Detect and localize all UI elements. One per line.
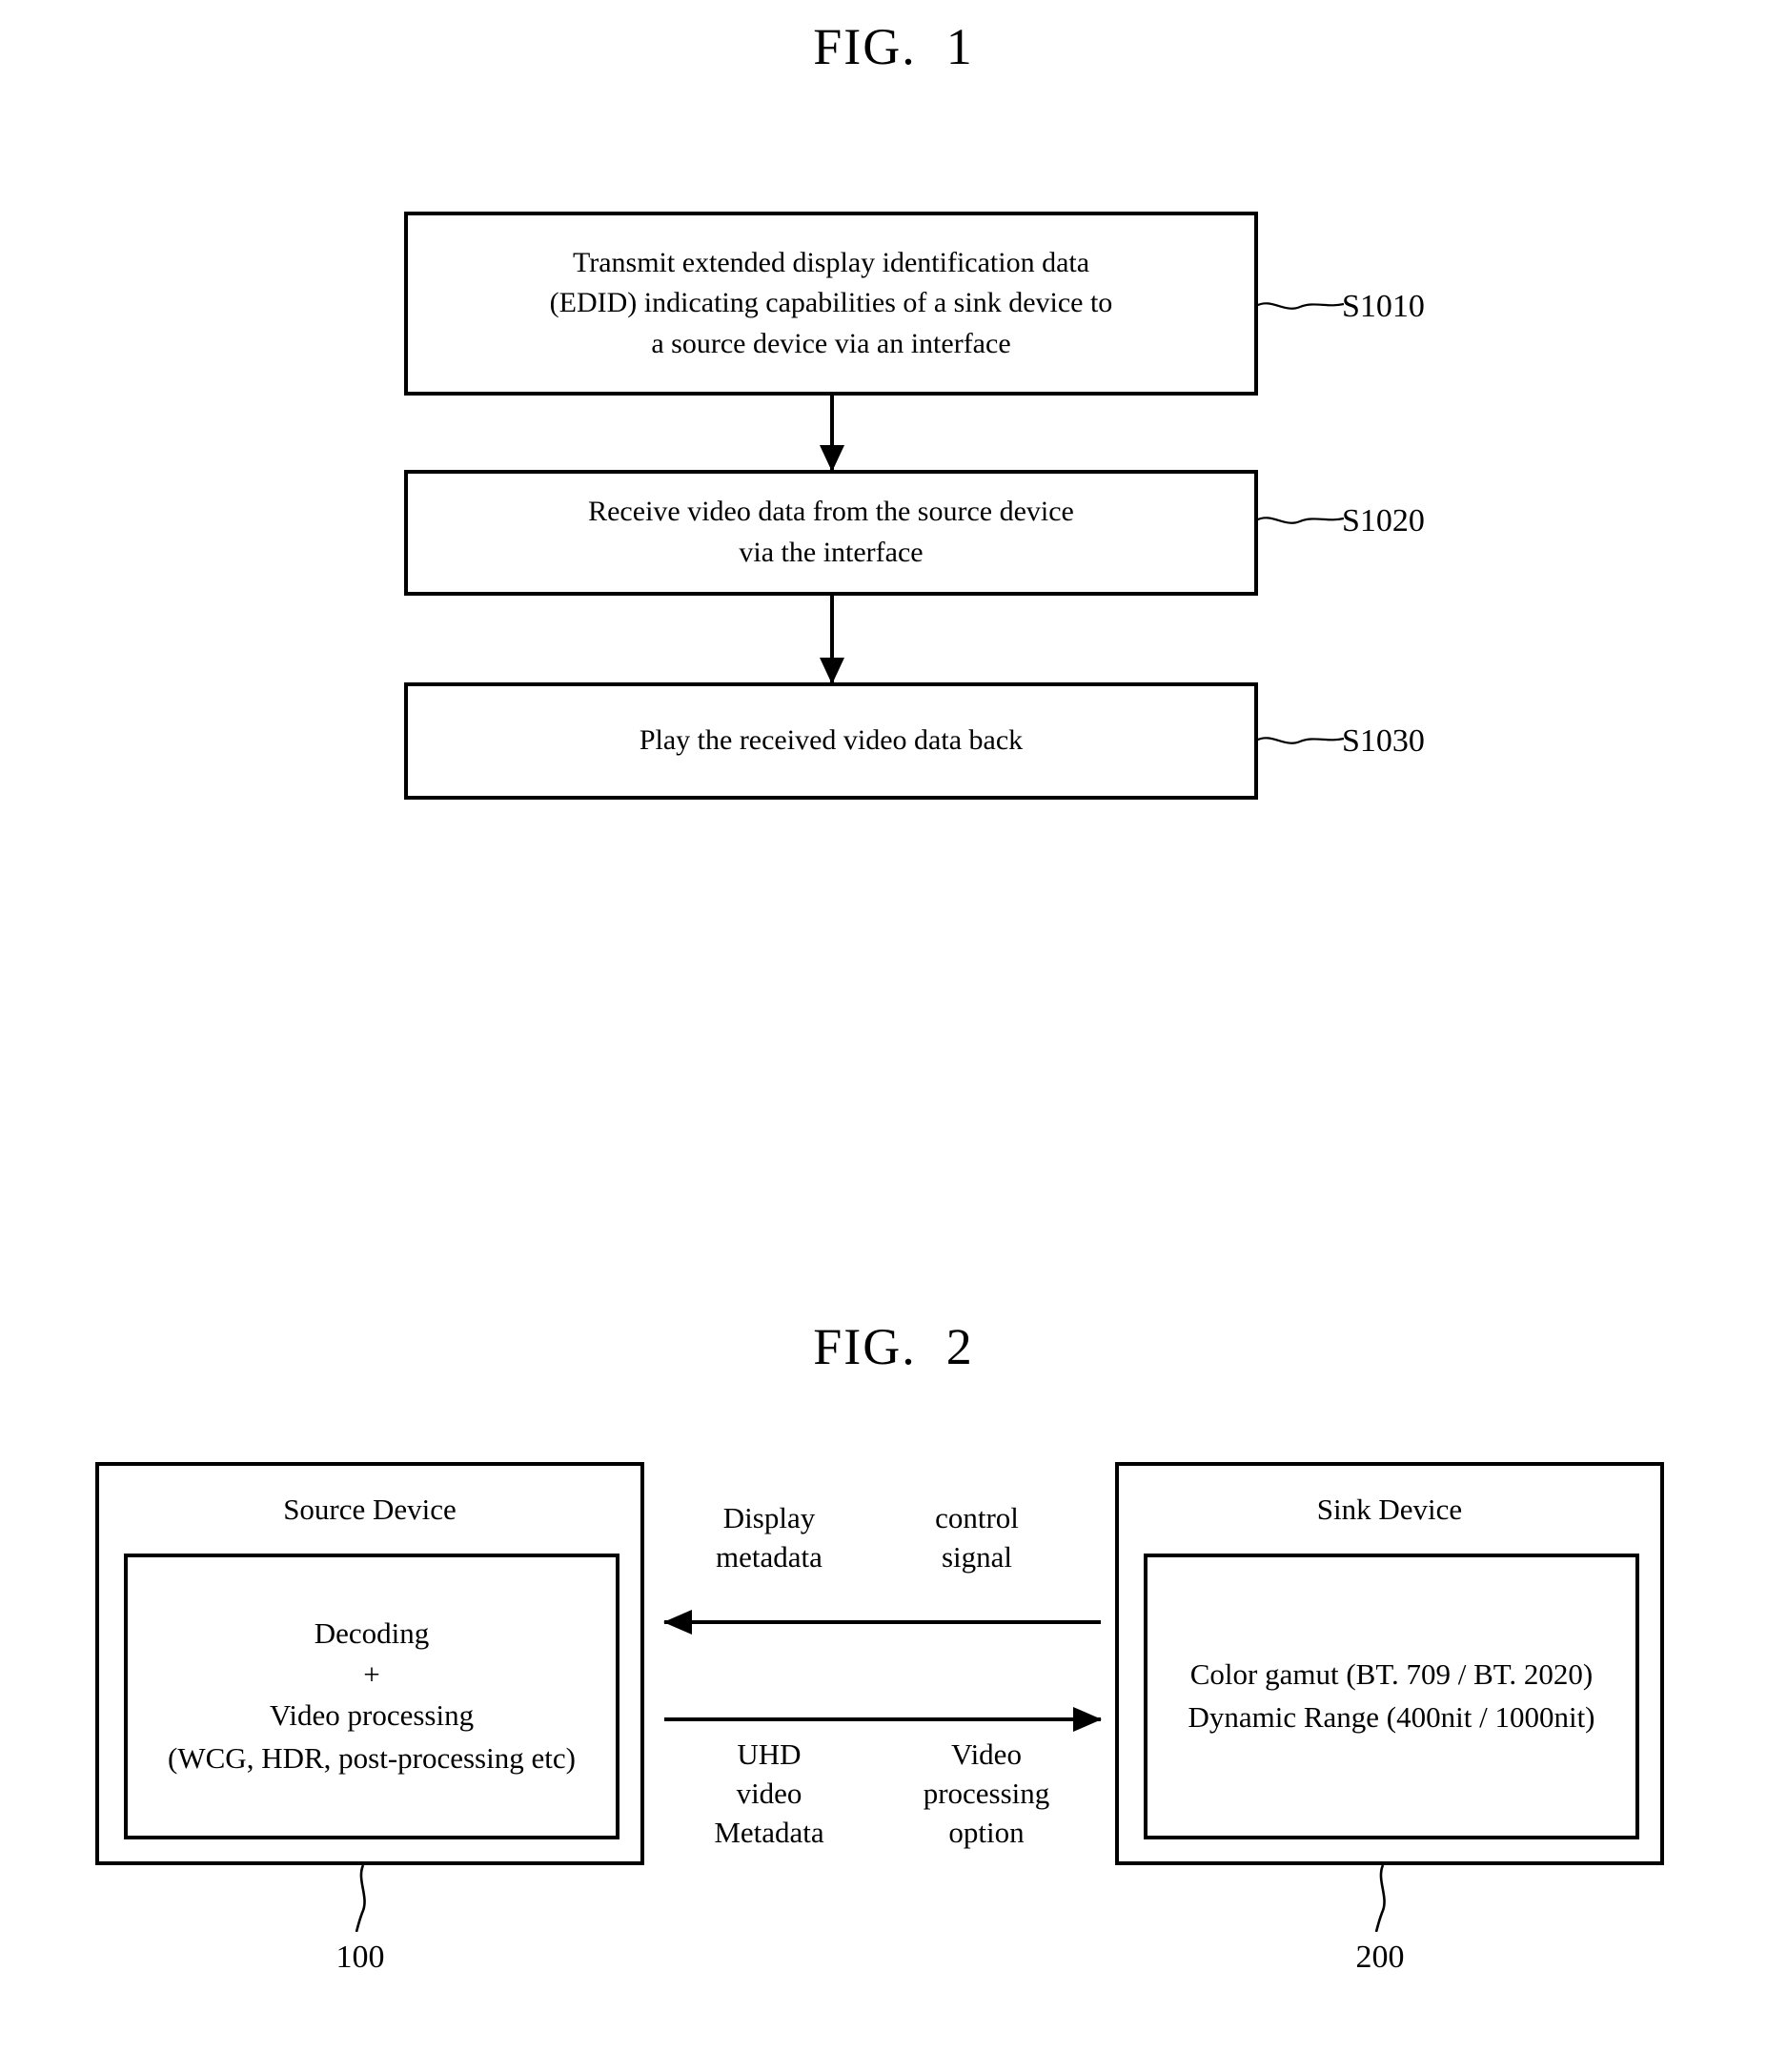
arrow-source-to-sink — [664, 1707, 1102, 1732]
reference-numeral-source-device: 100 — [335, 1940, 385, 1975]
figure-1-title: FIG. 1 — [813, 18, 974, 75]
leader-line-source-device — [355, 1865, 366, 1932]
flow-step-s1030-line-1: Play the received video data back — [639, 724, 1024, 757]
label-control-signal-line-2: signal — [941, 1540, 1013, 1574]
source-inner-line-2: + — [363, 1657, 380, 1692]
label-vpo-line-3: option — [948, 1816, 1025, 1850]
flow-step-s1010-line-3: a source device via an interface — [651, 327, 1011, 359]
label-control-signal-line-1: control — [935, 1501, 1019, 1534]
sink-device-title: Sink Device — [1316, 1493, 1463, 1526]
figure-2-title: FIG. 2 — [813, 1318, 974, 1375]
flow-step-s1020: Receive video data from the source devic… — [404, 470, 1258, 596]
label-control-signal: control signal — [886, 1498, 1067, 1576]
step-reference-s1020: S1020 — [1342, 503, 1425, 538]
arrowhead-right-icon — [1073, 1707, 1102, 1732]
label-vpo-line-2: processing — [923, 1777, 1050, 1811]
flow-step-s1020-line-2: via the interface — [739, 537, 924, 568]
source-device-inner-block: Decoding + Video processing (WCG, HDR, p… — [124, 1554, 619, 1839]
label-display-metadata: Display metadata — [679, 1498, 860, 1576]
label-display-metadata-line-1: Display — [722, 1501, 816, 1534]
label-video-processing-option: Video processing option — [886, 1735, 1086, 1853]
flow-step-s1020-line-1: Receive video data from the source devic… — [588, 496, 1074, 528]
sink-inner-line-2: Dynamic Range (400nit / 1000nit) — [1188, 1700, 1595, 1734]
flow-step-s1030: Play the received video data back — [404, 682, 1258, 800]
reference-numeral-sink-device: 200 — [1355, 1940, 1405, 1975]
label-uhd-line-2: video — [736, 1777, 802, 1811]
leader-line-s1020 — [1256, 517, 1344, 524]
source-inner-line-4: (WCG, HDR, post-processing etc) — [168, 1740, 576, 1775]
label-uhd-line-1: UHD — [737, 1737, 802, 1771]
label-uhd-video-metadata: UHD video Metadata — [679, 1735, 860, 1853]
source-device-title: Source Device — [283, 1493, 457, 1526]
leader-line-s1030 — [1256, 737, 1344, 744]
sink-device-inner-block: Color gamut (BT. 709 / BT. 2020) Dynamic… — [1144, 1554, 1639, 1839]
arrow-s1010-to-s1020 — [830, 396, 834, 470]
leader-line-sink-device — [1374, 1865, 1386, 1932]
step-reference-s1010: S1010 — [1342, 289, 1425, 324]
label-uhd-line-3: Metadata — [714, 1816, 824, 1850]
source-inner-line-1: Decoding — [314, 1616, 430, 1651]
flow-step-s1010: Transmit extended display identification… — [404, 212, 1258, 396]
source-device-block: Source Device Decoding + Video processin… — [95, 1462, 644, 1865]
step-reference-s1030: S1030 — [1342, 723, 1425, 759]
label-vpo-line-1: Video — [951, 1737, 1022, 1771]
arrow-s1020-to-s1030 — [830, 596, 834, 682]
flow-step-s1010-line-2: (EDID) indicating capabilities of a sink… — [549, 287, 1113, 319]
label-display-metadata-line-2: metadata — [716, 1540, 822, 1574]
sink-device-block: Sink Device Color gamut (BT. 709 / BT. 2… — [1115, 1462, 1664, 1865]
sink-inner-line-1: Color gamut (BT. 709 / BT. 2020) — [1189, 1657, 1594, 1692]
flow-step-s1010-line-1: Transmit extended display identification… — [572, 246, 1090, 278]
leader-line-s1010 — [1256, 302, 1344, 310]
source-inner-line-3: Video processing — [269, 1697, 475, 1732]
arrowhead-left-icon — [663, 1610, 692, 1635]
arrow-sink-to-source — [663, 1610, 1101, 1635]
